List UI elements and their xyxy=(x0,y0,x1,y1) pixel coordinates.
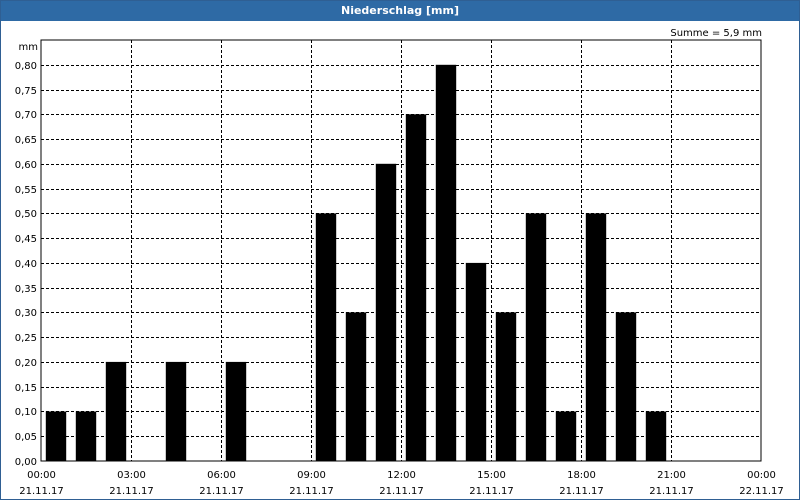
x-tick-date: 21.11.17 xyxy=(109,486,154,497)
y-tick-label: 0,40 xyxy=(15,259,37,270)
x-tick-date: 21.11.17 xyxy=(379,486,424,497)
bar-19:00 xyxy=(615,312,637,461)
bar-02:00 xyxy=(105,361,127,461)
bar-15:00 xyxy=(495,312,517,461)
bar-00:00 xyxy=(45,411,67,461)
x-tick-time: 00:00 xyxy=(747,470,776,481)
bar-06:00 xyxy=(225,361,247,461)
x-tick-date: 21.11.17 xyxy=(199,486,244,497)
bar-16:00 xyxy=(525,213,547,461)
x-tick-date: 21.11.17 xyxy=(559,486,604,497)
x-tick-date: 22.11.17 xyxy=(739,486,784,497)
bar-04:00 xyxy=(165,361,187,461)
x-tick-time: 12:00 xyxy=(387,470,416,481)
bar-12:00 xyxy=(405,114,427,462)
x-tick-date: 21.11.17 xyxy=(19,486,64,497)
x-tick-labels: 00:00 21.11.17 03:00 21.11.17 06:00 21.11.17 0… xyxy=(19,470,784,497)
y-tick-label: 0,20 xyxy=(15,358,37,369)
bar-09:00 xyxy=(315,213,337,461)
x-tick-time: 03:00 xyxy=(117,470,146,481)
y-tick-label: 0,25 xyxy=(15,333,37,344)
bar-13:00 xyxy=(435,64,457,462)
grid-lines xyxy=(41,40,761,461)
x-tick-time: 18:00 xyxy=(567,470,596,481)
y-tick-label: 0,75 xyxy=(15,86,37,97)
y-tick-label: 0,45 xyxy=(15,234,37,245)
x-tick-time: 21:00 xyxy=(657,470,686,481)
bar-series xyxy=(45,64,667,462)
x-tick-time: 09:00 xyxy=(297,470,326,481)
y-tick-label: 0,35 xyxy=(15,284,37,295)
total-summary: Summe = 5,9 mm xyxy=(670,28,762,39)
precipitation-chart: Summe = 5,9 mm mm 0,000,050,100,150,200,… xyxy=(15,28,784,497)
y-tick-label: 0,00 xyxy=(15,457,37,468)
bar-14:00 xyxy=(465,262,487,461)
y-tick-label: 0,15 xyxy=(15,383,37,394)
bar-10:00 xyxy=(345,312,367,461)
y-tick-label: 0,05 xyxy=(15,432,37,443)
y-tick-label: 0,80 xyxy=(15,61,37,72)
y-tick-label: 0,60 xyxy=(15,160,37,171)
y-axis-label: mm xyxy=(19,42,38,53)
y-tick-labels: 0,00 0,05 0,10 0,15 0,20 0,25 0,30 0,35 0,40 0,45… xyxy=(15,61,37,468)
y-tick-label: 0,30 xyxy=(15,308,37,319)
x-tick-time: 15:00 xyxy=(477,470,506,481)
bar-17:00 xyxy=(555,411,577,461)
x-tick-time: 00:00 xyxy=(27,470,56,481)
bar-20:00 xyxy=(645,411,667,461)
y-tick-label: 0,10 xyxy=(15,407,37,418)
x-tick-time: 06:00 xyxy=(207,470,236,481)
bar-18:00 xyxy=(585,213,607,461)
x-tick-date: 21.11.17 xyxy=(469,486,514,497)
bar-11:00 xyxy=(375,163,397,462)
x-tick-date: 21.11.17 xyxy=(649,486,694,497)
bar-01:00 xyxy=(75,411,97,461)
y-tick-label: 0,65 xyxy=(15,135,37,146)
y-tick-label: 0,50 xyxy=(15,209,37,220)
x-tick-date: 21.11.17 xyxy=(289,486,334,497)
y-tick-label: 0,70 xyxy=(15,110,37,121)
y-tick-label: 0,55 xyxy=(15,185,37,196)
